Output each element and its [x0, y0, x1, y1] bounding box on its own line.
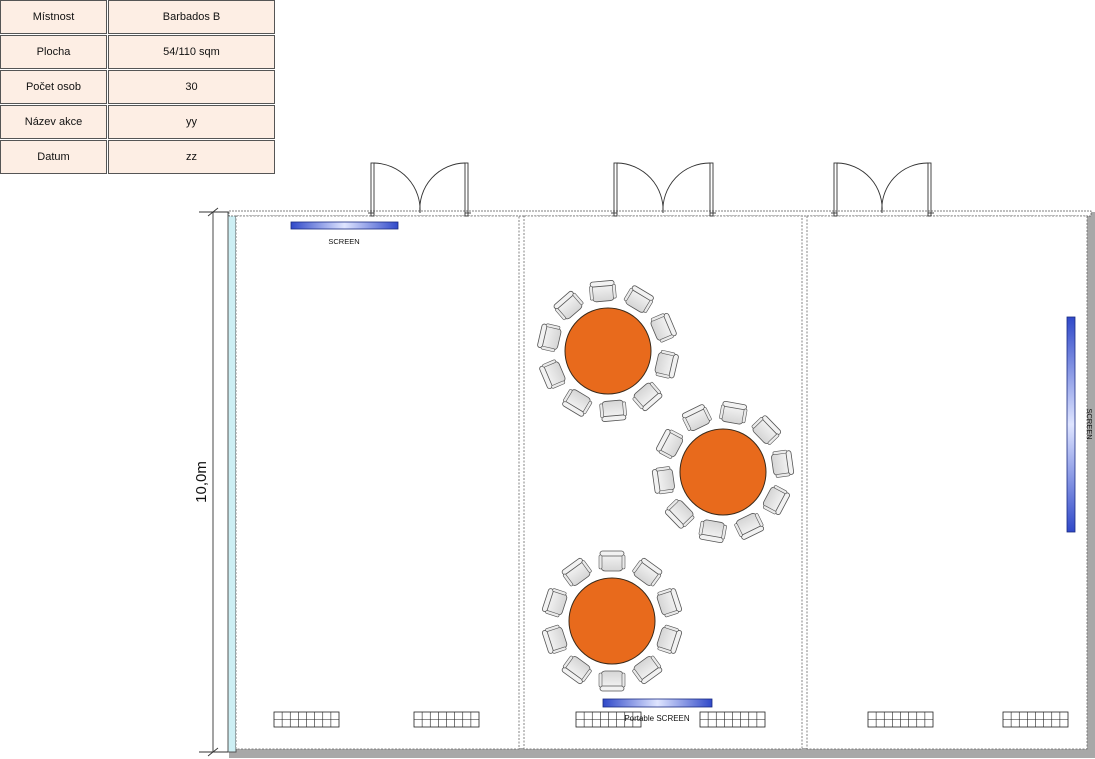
screen-right-label: SCREEN: [1085, 408, 1094, 439]
room-section-right: [806, 215, 1088, 750]
radiator: [867, 711, 934, 728]
screen-left-label: SCREEN: [328, 237, 359, 246]
round-table: [679, 428, 767, 516]
outer-wall-bottom: [229, 748, 1095, 758]
radiator: [273, 711, 340, 728]
window-wall-left: [227, 211, 237, 753]
room-section-left: [235, 215, 520, 750]
outer-wall-top: [228, 210, 1092, 217]
portable-screen: [602, 698, 713, 708]
chair: [598, 670, 626, 692]
chair: [598, 550, 626, 572]
chair: [651, 466, 675, 495]
chair: [589, 280, 617, 303]
screen-right: [1066, 316, 1076, 533]
round-table: [568, 577, 656, 665]
screen-left: [290, 221, 399, 230]
outer-wall-right: [1087, 212, 1095, 758]
chair: [719, 400, 748, 425]
chair: [599, 399, 627, 422]
round-table: [564, 307, 652, 395]
double-door-middle: [611, 162, 716, 217]
chair: [698, 519, 727, 544]
radiator: [1002, 711, 1069, 728]
double-door-left: [368, 162, 471, 217]
dimension-label: 10,0m: [193, 461, 210, 503]
floor-plan: 10,0m SCREEN SCREEN Portable SCREEN: [193, 162, 1095, 758]
radiator: [699, 711, 766, 728]
chair: [771, 449, 795, 478]
radiator: [413, 711, 480, 728]
double-door-right: [831, 162, 934, 217]
portable-screen-label: Portable SCREEN: [624, 714, 690, 723]
